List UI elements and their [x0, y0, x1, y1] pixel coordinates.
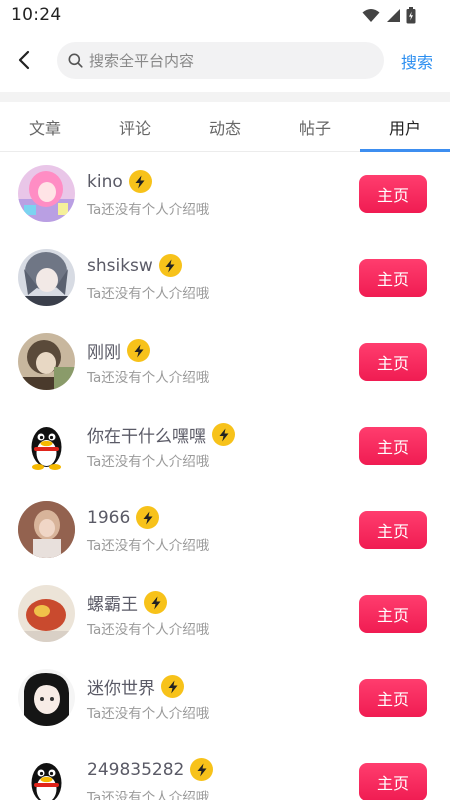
lightning-icon	[136, 506, 160, 529]
list-item[interactable]: 1966 Ta还没有个人介绍哦 主页	[0, 488, 450, 572]
tab-posts[interactable]: 帖子	[270, 102, 360, 151]
avatar[interactable]	[18, 669, 75, 726]
list-item[interactable]: 刚刚 Ta还没有个人介绍哦 主页	[0, 320, 450, 404]
tab-articles[interactable]: 文章	[0, 102, 90, 151]
home-button[interactable]: 主页	[359, 679, 427, 717]
list-item[interactable]: 你在干什么嘿嘿 Ta还没有个人介绍哦 主页	[0, 404, 450, 488]
lightning-icon	[161, 675, 184, 698]
home-button[interactable]: 主页	[359, 595, 427, 633]
home-button[interactable]: 主页	[359, 343, 427, 381]
tab-users[interactable]: 用户	[360, 102, 450, 152]
search-button[interactable]: 搜索	[401, 49, 433, 73]
avatar[interactable]	[18, 585, 75, 642]
list-item[interactable]: 螺霸王 Ta还没有个人介绍哦 主页	[0, 572, 450, 656]
lightning-icon	[128, 170, 152, 193]
avatar[interactable]	[18, 417, 75, 474]
home-button[interactable]: 主页	[359, 511, 427, 549]
list-item[interactable]: 249835282 Ta还没有个人介绍哦 主页	[0, 740, 450, 800]
divider	[0, 92, 450, 102]
user-bio: Ta还没有个人介绍哦	[87, 202, 210, 218]
user-bio: Ta还没有个人介绍哦	[87, 454, 210, 470]
list-item[interactable]: kino Ta还没有个人介绍哦 主页	[0, 152, 450, 236]
user-bio: Ta还没有个人介绍哦	[87, 622, 210, 638]
user-name: 螺霸王	[87, 595, 138, 615]
search-input[interactable]	[89, 51, 349, 70]
status-icons	[362, 6, 416, 24]
tab-moments[interactable]: 动态	[180, 102, 270, 151]
user-name: 249835282	[87, 759, 185, 780]
user-bio: Ta还没有个人介绍哦	[87, 790, 210, 800]
lightning-icon	[190, 758, 214, 781]
list-item[interactable]: 迷你世界 Ta还没有个人介绍哦 主页	[0, 656, 450, 740]
user-bio: Ta还没有个人介绍哦	[87, 370, 210, 386]
lightning-icon	[158, 254, 182, 277]
signal-icon	[387, 8, 400, 22]
avatar[interactable]	[18, 165, 75, 222]
status-bar: 10:24	[0, 0, 450, 30]
list-item[interactable]: shsiksw Ta还没有个人介绍哦 主页	[0, 236, 450, 320]
home-button[interactable]: 主页	[359, 763, 427, 800]
home-button[interactable]: 主页	[359, 427, 427, 465]
avatar[interactable]	[18, 333, 75, 390]
user-name: 迷你世界	[87, 679, 155, 699]
lightning-icon	[212, 423, 235, 446]
battery-icon	[406, 6, 416, 23]
home-button[interactable]: 主页	[359, 259, 427, 297]
user-bio: Ta还没有个人介绍哦	[87, 538, 210, 554]
avatar[interactable]	[18, 501, 75, 558]
wifi-icon	[362, 8, 380, 22]
lightning-icon	[127, 339, 150, 362]
back-button[interactable]	[10, 46, 38, 74]
search-box[interactable]	[57, 42, 384, 79]
search-header: 搜索	[0, 38, 450, 84]
avatar[interactable]	[18, 753, 75, 800]
home-button[interactable]: 主页	[359, 175, 427, 213]
tab-comments[interactable]: 评论	[90, 102, 180, 151]
lightning-icon	[144, 591, 167, 614]
user-name: 刚刚	[87, 343, 121, 363]
user-name: 1966	[87, 507, 131, 528]
user-name: shsiksw	[87, 255, 153, 276]
chevron-left-icon	[18, 50, 30, 70]
user-bio: Ta还没有个人介绍哦	[87, 286, 210, 302]
status-time: 10:24	[11, 5, 62, 25]
tab-bar: 文章 评论 动态 帖子 用户	[0, 102, 450, 152]
user-list: kino Ta还没有个人介绍哦 主页 shsiksw Ta还没有个人介绍哦 主页…	[0, 152, 450, 800]
user-name: 你在干什么嘿嘿	[87, 427, 206, 447]
search-icon	[68, 53, 83, 68]
avatar[interactable]	[18, 249, 75, 306]
user-bio: Ta还没有个人介绍哦	[87, 706, 210, 722]
user-name: kino	[87, 171, 123, 192]
